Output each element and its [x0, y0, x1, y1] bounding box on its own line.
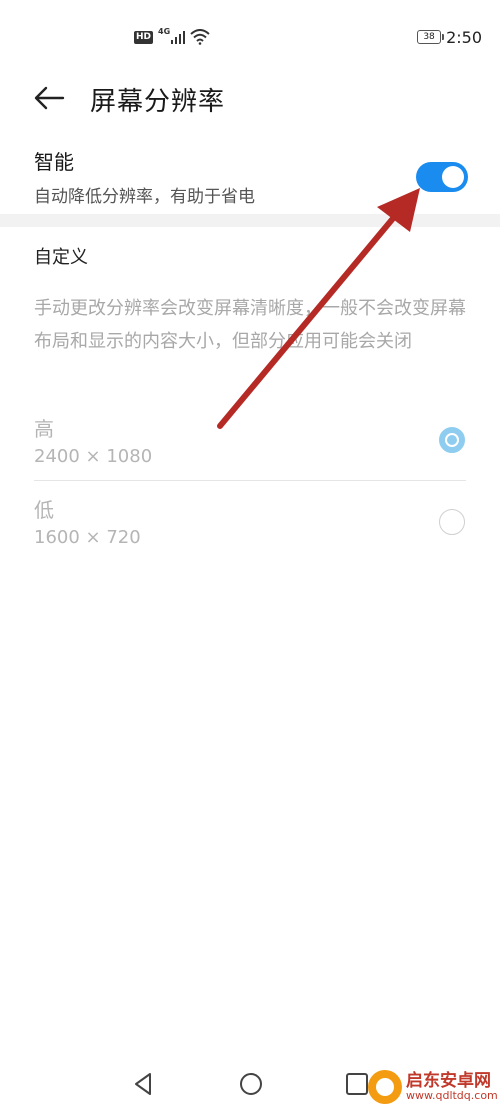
status-icons: HD 4G — [134, 26, 210, 48]
back-arrow-icon[interactable] — [33, 84, 65, 112]
smart-title: 智能 — [34, 150, 74, 174]
option-resolution: 2400 × 1080 — [34, 446, 153, 467]
custom-section-title: 自定义 — [34, 247, 88, 268]
smart-toggle[interactable] — [416, 162, 468, 192]
battery-icon: 38 — [417, 30, 445, 44]
status-right: 38 2:50 — [417, 26, 482, 48]
section-divider — [0, 214, 500, 227]
custom-section-description: 手动更改分辨率会改变屏幕清晰度，一般不会改变屏幕布局和显示的内容大小，但部分应用… — [34, 298, 466, 352]
app-bar: 屏幕分辨率 — [0, 74, 500, 122]
watermark-url: www.qdltdq.com — [406, 1089, 498, 1102]
network-type: 4G — [158, 26, 171, 36]
hd-badge: HD — [134, 30, 154, 44]
option-divider — [34, 480, 466, 481]
option-low[interactable]: 低 1600 × 720 — [0, 494, 500, 568]
wifi-icon — [190, 29, 210, 45]
option-label: 低 — [34, 498, 54, 522]
back-triangle-icon[interactable] — [130, 1070, 158, 1098]
watermark-name: 启东安卓网 — [406, 1071, 491, 1091]
radio-selected[interactable] — [439, 427, 465, 453]
option-label: 高 — [34, 417, 54, 441]
home-circle-icon[interactable] — [237, 1070, 265, 1098]
toggle-knob — [442, 166, 464, 188]
watermark-logo-icon — [368, 1070, 402, 1104]
status-bar: HD 4G 38 2:50 — [0, 0, 500, 74]
watermark: 启东安卓网 www.qdltdq.com — [368, 1070, 498, 1104]
recents-square-icon[interactable] — [343, 1070, 371, 1098]
signal-icon — [171, 31, 186, 44]
option-high[interactable]: 高 2400 × 1080 — [0, 413, 500, 487]
page-title: 屏幕分辨率 — [90, 87, 226, 117]
smart-description: 自动降低分辨率，有助于省电 — [34, 187, 255, 207]
option-resolution: 1600 × 720 — [34, 527, 141, 548]
clock: 2:50 — [446, 27, 482, 47]
radio-unselected[interactable] — [439, 509, 465, 535]
smart-resolution-row[interactable]: 智能 自动降低分辨率，有助于省电 — [0, 142, 500, 218]
